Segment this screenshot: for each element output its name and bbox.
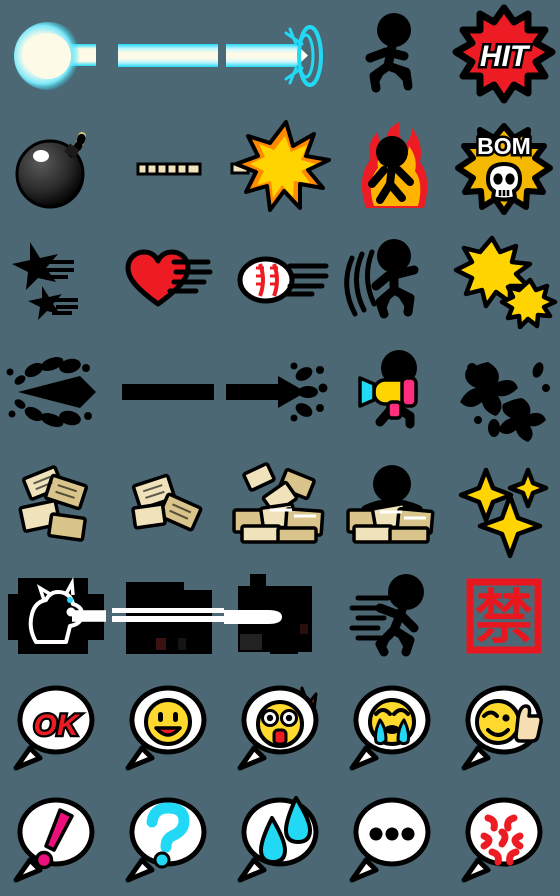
sticker-cell-energy-beam-impact[interactable]: Cyan energy beam impact ring [224,0,336,112]
sticker-cell-hit-burst-badge[interactable]: HIT [448,0,560,112]
sticker-cell-ink-stream-middle[interactable]: Solid black stream segment [112,336,224,448]
sticker-cell-money-falling-few[interactable]: Falling banknotes scattered [0,448,112,560]
sticker-cell-sparkles[interactable]: Three yellow sparkles [448,448,560,560]
laser-tip-icon [224,574,312,654]
knockback-figure-icon [344,239,419,319]
money-pile-icon [232,462,325,544]
stick-figure-icon [365,13,413,93]
sticker-cell-forbidden-stamp[interactable]: 禁 [448,560,560,672]
sticker-cell-bom-skull-badge[interactable]: BOM [448,112,560,224]
shocked-face-icon [237,685,319,771]
running-figure-icon [349,574,424,657]
exclamation-icon: ! [13,797,95,883]
sticker-cell-stick-figure-running[interactable]: Stick figure running with speed lines [336,560,448,672]
ink-spray-icon [6,357,96,427]
sweat-drop-icon [237,796,319,883]
bom-text: BOM [477,133,531,159]
sticker-cell-laser-cat-origin[interactable]: White outlined cat firing a beam [0,560,112,672]
fuse-icon [136,162,202,176]
sticker-cell-stick-figure-watergun[interactable]: Stick figure firing a water gun [336,336,448,448]
ellipsis-icon [349,797,431,883]
sticker-cell-money-pile[interactable]: Pile of cash bundles [224,448,336,560]
sticker-cell-ink-spray-origin[interactable]: Black ink spray fanning out [0,336,112,448]
ok-text: OK [34,709,81,742]
flying-heart-icon [125,249,213,307]
anger-mark-icon [461,797,543,883]
speech-bubble-icon: OK [13,685,95,771]
sticker-cell-explosion-burst[interactable]: Orange yellow explosion burst [224,112,336,224]
explosion-icon [230,120,331,212]
sticker-cell-stick-figure-in-money[interactable]: Stick figure buried in cash [336,448,448,560]
banknote-icon [18,465,89,542]
bomb-icon [15,132,86,209]
energy-impact-icon [226,25,323,87]
sticker-cell-stick-figure-knockback[interactable]: Stick figure knocked backward [336,224,448,336]
sticker-cell-ink-splatter-blot[interactable]: Black ink splatter blot [448,336,560,448]
ink-stream-icon [122,384,214,400]
sticker-cell-energy-charge-orb[interactable]: Glowing cyan energy orb with beam stub [0,0,112,112]
sticker-cell-stick-figure-burning[interactable]: Stick figure engulfed in flames [336,112,448,224]
sticker-cell-bubble-smile[interactable]: Smiling face in speech bubble [112,672,224,784]
sticker-cell-bubble-shocked[interactable]: Shocked face with blood splash [224,672,336,784]
sticker-cell-bubble-sweat-drops[interactable]: Two cyan sweat drops [224,784,336,896]
sticker-cell-bubble-crying[interactable]: Crying face with tears [336,672,448,784]
money-figure-icon [346,465,435,544]
watergun-figure-icon [358,350,418,429]
flying-star-icon [12,242,78,320]
skull-badge-icon: BOM [455,123,553,215]
smile-face-icon [125,685,207,771]
flying-baseball-icon [237,256,329,304]
sticker-cell-flying-stars[interactable]: Two black stars with speed lines [0,224,112,336]
sticker-cell-laser-beam-tip[interactable]: White laser beam tip [224,560,336,672]
sticker-cell-bubble-wink-thumbsup[interactable]: Winking face with thumbs up [448,672,560,784]
energy-beam-icon [118,44,218,67]
burning-figure-icon [361,122,428,208]
sticker-cell-bomb[interactable]: Black bomb with lit fuse [0,112,112,224]
emoji-sticker-sheet: Glowing cyan energy orb with beam stub C… [0,0,560,896]
sticker-cell-ink-stream-impact[interactable]: Black stream with splatter tip [224,336,336,448]
ink-blot-icon [460,362,550,442]
stamp-icon: 禁 [466,578,542,654]
cat-beam-icon [8,577,106,654]
sticker-cell-bubble-ellipsis[interactable]: Three dots ellipsis [336,784,448,896]
sticker-cell-impact-stars[interactable]: Yellow impact star burst pair [448,224,560,336]
ink-impact-icon [226,362,328,422]
laser-beam-icon [112,582,224,654]
sticker-cell-flying-heart[interactable]: Red heart with speed lines [112,224,224,336]
question-icon: ? [125,797,207,883]
sticker-cell-laser-beam-middle[interactable]: White laser beam middle segment [112,560,224,672]
sticker-cell-bubble-ok[interactable]: OK [0,672,112,784]
sticker-cell-flying-baseball[interactable]: White baseball with speed lines [224,224,336,336]
wink-thumbsup-icon [461,685,543,771]
sticker-cell-bomb-fuse-trail[interactable]: Dashed burning fuse trail [112,112,224,224]
impact-star-icon [453,235,558,330]
sticker-cell-money-falling-pair[interactable]: Two falling banknotes [112,448,224,560]
stamp-text: 禁 [475,585,533,650]
hit-text: HIT [480,40,531,73]
sticker-cell-energy-beam-middle[interactable]: Cyan energy beam middle segment [112,0,224,112]
sparkle-icon [458,467,549,559]
sticker-cell-bubble-question[interactable]: ? [112,784,224,896]
banknote-icon [131,473,203,532]
starburst-badge-icon: HIT [452,4,556,104]
crying-face-icon [349,685,431,771]
sticker-cell-bubble-exclamation[interactable]: ! [0,784,112,896]
sticker-cell-bubble-anger[interactable]: Red anger marks [448,784,560,896]
sticker-cell-stick-figure-hit[interactable]: Black stick figure knocked over [336,0,448,112]
energy-orb-icon [14,22,96,90]
